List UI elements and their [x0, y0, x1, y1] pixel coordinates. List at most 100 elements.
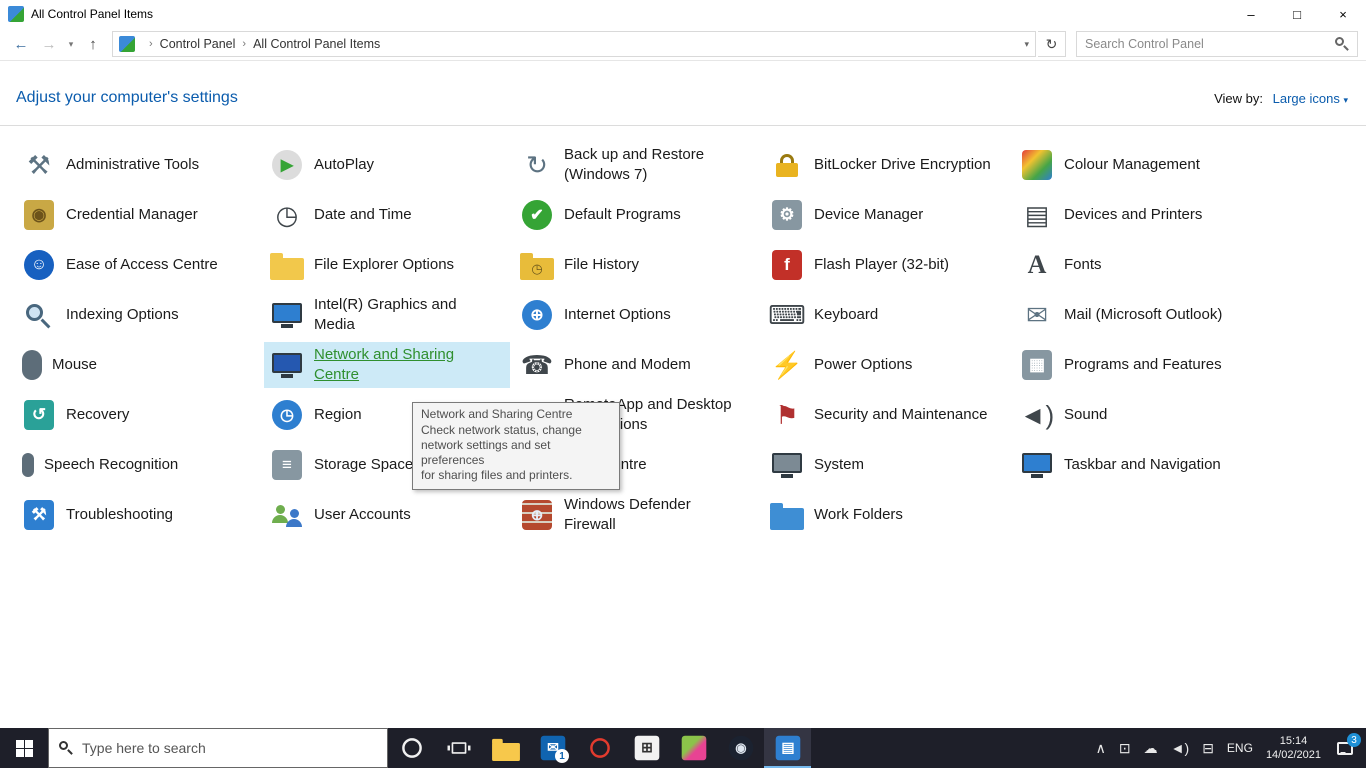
tray-date: 14/02/2021 [1265, 749, 1321, 761]
language-indicator[interactable]: ENG [1227, 741, 1253, 755]
cp-item-colour-management[interactable]: Colour Management [1014, 145, 1260, 185]
speech-recognition-icon [22, 453, 34, 477]
close-button[interactable]: × [1320, 0, 1366, 28]
cp-item-fonts[interactable]: A Fonts [1014, 245, 1260, 285]
app-icon [681, 735, 706, 761]
cp-item-file-explorer-options[interactable]: File Explorer Options [264, 248, 510, 283]
cortana-taskbar-button[interactable] [388, 728, 435, 768]
taskbar-search [48, 728, 388, 768]
outlook-taskbar-button[interactable]: ✉ 1 [529, 728, 576, 768]
cp-item-default-programs[interactable]: ✔ Default Programs [514, 195, 760, 235]
refresh-button[interactable]: ↻ [1038, 31, 1066, 57]
cp-item-bitlocker-drive-encryption[interactable]: BitLocker Drive Encryption [764, 145, 1010, 185]
cp-item-indexing-options[interactable]: Indexing Options [16, 295, 262, 335]
cp-item-flash-player-32-bit[interactable]: f Flash Player (32-bit) [764, 245, 1010, 285]
region-icon: ◷ [272, 400, 302, 430]
task-view-taskbar-button[interactable] [435, 728, 482, 768]
cp-item-label: Intel(R) Graphics and Media [314, 295, 457, 333]
control-panel-window-icon [8, 6, 24, 22]
view-by-label: View by: [1214, 90, 1263, 106]
cp-item-system[interactable]: System [764, 445, 1010, 485]
cp-item-mouse[interactable]: Mouse [16, 347, 262, 383]
address-dropdown-icon[interactable]: ▾ [1024, 39, 1029, 50]
cp-item-device-manager[interactable]: ⚙ Device Manager [764, 195, 1010, 235]
cp-item-devices-and-printers[interactable]: ▤ Devices and Printers [1014, 195, 1260, 235]
cp-item-windows-defender-firewall[interactable]: ⊕ Windows Defender Firewall [514, 492, 760, 539]
action-center-button[interactable]: 3 [1334, 733, 1361, 759]
cp-item-recovery[interactable]: ↺ Recovery [16, 395, 262, 435]
search-icon[interactable] [1335, 37, 1349, 51]
file-explorer-icon [491, 738, 520, 761]
file-explorer-options-icon [270, 252, 304, 280]
cp-item-power-options[interactable]: ⚡ Power Options [764, 345, 1010, 385]
page-title: Adjust your computer's settings [16, 89, 238, 106]
hidden-icons-chevron[interactable]: ∧ [1096, 741, 1106, 755]
cp-item-administrative-tools[interactable]: ⚒ Administrative Tools [16, 145, 262, 185]
cp-item-programs-and-features[interactable]: ▦ Programs and Features [1014, 345, 1260, 385]
tray-app-icon[interactable]: ⊡ [1119, 741, 1131, 755]
forward-button[interactable]: → [36, 36, 62, 53]
cp-item-internet-options[interactable]: ⊕ Internet Options [514, 295, 760, 335]
cp-item-label: Administrative Tools [66, 155, 200, 173]
page-header: Adjust your computer's settings View by:… [0, 61, 1366, 125]
cp-item-troubleshooting[interactable]: ⚒ Troubleshooting [16, 495, 262, 535]
cp-item-ease-of-access-centre[interactable]: ☺ Ease of Access Centre [16, 245, 262, 285]
app-taskbar-button[interactable] [670, 728, 717, 768]
cp-item-intel-r-graphics-and-media[interactable]: Intel(R) Graphics and Media [264, 292, 510, 339]
cp-item-date-and-time[interactable]: ◷ Date and Time [264, 195, 510, 235]
start-button[interactable] [0, 728, 48, 768]
network-icon[interactable]: ⊟ [1202, 741, 1214, 755]
clock[interactable]: 15:14 14/02/2021 [1266, 734, 1321, 763]
fonts-icon: A [1027, 250, 1047, 279]
cp-item-label: File Explorer Options [314, 255, 455, 273]
up-button[interactable]: ↑ [80, 36, 106, 53]
maximize-button[interactable]: □ [1274, 0, 1320, 28]
control-panel-window: All Control Panel Items – □ × ← → ▾ ↑ › … [0, 0, 1366, 768]
taskbar-navigation-icon [1020, 448, 1054, 482]
cp-item-taskbar-and-navigation[interactable]: Taskbar and Navigation [1014, 445, 1260, 485]
cp-item-keyboard[interactable]: ⌨ Keyboard [764, 295, 1010, 335]
onedrive-icon[interactable]: ☁ [1144, 741, 1158, 755]
internet-options-icon: ⊕ [522, 300, 552, 330]
breadcrumb-control-panel[interactable]: Control Panel [160, 37, 236, 51]
cp-item-file-history[interactable]: ◷ File History [514, 248, 760, 283]
search-input[interactable] [1085, 37, 1335, 51]
cp-item-label: Device Manager [814, 205, 924, 223]
cp-item-label: Storage Spaces [314, 455, 421, 473]
cp-item-user-accounts[interactable]: User Accounts [264, 495, 510, 535]
volume-icon[interactable]: ◄) [1171, 741, 1190, 755]
cp-item-back-up-and-restore-windows-7[interactable]: ↻ Back up and Restore (Windows 7) [514, 142, 760, 189]
ease-of-access-icon: ☺ [24, 250, 54, 280]
keyboard-icon: ⌨ [768, 300, 806, 330]
microsoft-store-taskbar-button[interactable]: ⊞ [623, 728, 670, 768]
tooltip-line: network settings and set preferences [421, 438, 551, 467]
cp-item-label: Speech Recognition [44, 455, 179, 473]
cp-item-autoplay[interactable]: ▶ AutoPlay [264, 145, 510, 185]
cp-item-sound[interactable]: ◄) Sound [1014, 395, 1260, 435]
cp-item-network-and-sharing-centre[interactable]: Network and Sharing Centre [264, 341, 510, 389]
taskbar-search-input[interactable] [82, 740, 377, 756]
cp-item-label: Flash Player (32-bit) [814, 255, 950, 273]
view-by-value[interactable]: Large icons [1273, 91, 1340, 106]
flash-player-icon: f [772, 250, 802, 280]
history-dropdown-icon[interactable]: ▾ [64, 39, 78, 50]
view-by-caret-icon[interactable]: ▾ [1343, 95, 1348, 105]
steam-taskbar-button[interactable]: ◉ [717, 728, 764, 768]
back-button[interactable]: ← [8, 36, 34, 53]
cp-item-credential-manager[interactable]: ◉ Credential Manager [16, 195, 262, 235]
cp-item-phone-and-modem[interactable]: ☎ Phone and Modem [514, 345, 760, 385]
opera-icon [586, 734, 614, 762]
cp-item-security-and-maintenance[interactable]: ⚑ Security and Maintenance [764, 395, 1010, 435]
address-bar[interactable]: › Control Panel › All Control Panel Item… [112, 31, 1036, 57]
cp-item-label: Credential Manager [66, 205, 198, 223]
cp-item-label: Devices and Printers [1064, 205, 1203, 223]
phone-modem-icon: ☎ [520, 350, 554, 380]
cp-item-speech-recognition[interactable]: Speech Recognition [16, 450, 262, 480]
file-explorer-taskbar-button[interactable] [482, 728, 529, 768]
control-panel-taskbar-button[interactable]: ▤ [764, 728, 811, 768]
minimize-button[interactable]: – [1228, 0, 1274, 28]
breadcrumb-all-items[interactable]: All Control Panel Items [253, 37, 380, 51]
cp-item-mail-microsoft-outlook[interactable]: ✉ Mail (Microsoft Outlook) [1014, 295, 1260, 335]
cp-item-work-folders[interactable]: Work Folders [764, 498, 1010, 533]
opera-taskbar-button[interactable] [576, 728, 623, 768]
